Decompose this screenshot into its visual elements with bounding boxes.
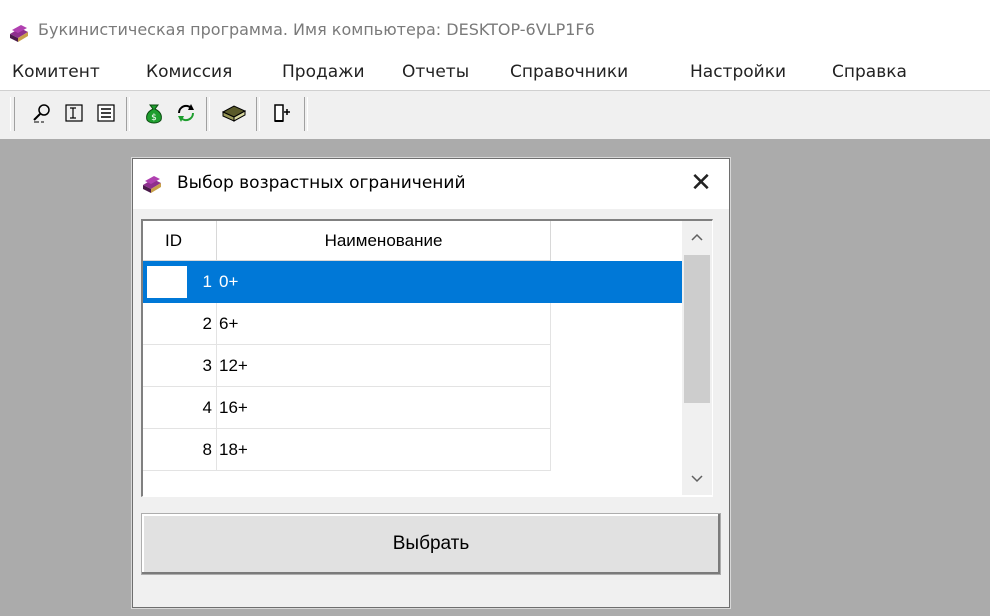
cell-name[interactable]: 18+ (217, 429, 551, 471)
table-row[interactable]: 2 6+ (143, 303, 683, 345)
cell-filler (551, 261, 683, 303)
toolbar-grip[interactable] (10, 97, 15, 131)
select-button[interactable]: Выбрать (141, 513, 721, 575)
book-icon (221, 105, 247, 122)
column-header-id[interactable]: ID (143, 221, 217, 261)
toolbar-search-button[interactable] (28, 99, 56, 127)
chevron-up-icon (691, 233, 703, 241)
toolbar-book-button[interactable] (220, 99, 248, 127)
menu-spravka[interactable]: Справка (832, 62, 907, 82)
toolbar-list-button[interactable] (92, 99, 120, 127)
cell-id[interactable]: 1 (143, 261, 217, 303)
cell-id[interactable]: 8 (143, 429, 217, 471)
cell-id[interactable]: 3 (143, 345, 217, 387)
toolbar-separator (206, 97, 210, 131)
column-header-name[interactable]: Наименование (217, 221, 551, 261)
toolbar: $ (0, 90, 990, 140)
dialog-title-bar[interactable]: Выбор возрастных ограничений ✕ (133, 159, 729, 209)
cell-name[interactable]: 12+ (217, 345, 551, 387)
toolbar-separator (126, 97, 130, 131)
scroll-down-arrow[interactable] (682, 463, 712, 495)
cell-name[interactable]: 6+ (217, 303, 551, 345)
table-row[interactable]: 1 0+ (143, 261, 683, 303)
age-restriction-dialog: Выбор возрастных ограничений ✕ ID Наимен… (132, 158, 730, 608)
toolbar-text-button[interactable] (60, 99, 88, 127)
close-icon[interactable]: ✕ (687, 169, 715, 197)
toolbar-exit-button[interactable] (268, 99, 296, 127)
toolbar-money-button[interactable]: $ (140, 99, 168, 127)
cell-name[interactable]: 0+ (217, 261, 551, 303)
vertical-scrollbar[interactable] (682, 221, 712, 495)
table-row[interactable]: 4 16+ (143, 387, 683, 429)
menu-komitent[interactable]: Комитент (12, 62, 100, 82)
cell-id[interactable]: 4 (143, 387, 217, 429)
document-list-icon (97, 104, 115, 122)
menu-spravochniki[interactable]: Справочники (510, 62, 628, 82)
age-restriction-grid[interactable]: ID Наименование 1 0+ 2 6+ 3 12+ 4 16+ 8 … (141, 219, 713, 497)
app-title-bar: Букинистическая программа. Имя компьютер… (0, 0, 990, 56)
refresh-icon (177, 104, 195, 122)
scrollbar-thumb[interactable] (684, 255, 710, 403)
menu-bar: Комитент Комиссия Продажи Отчеты Справоч… (0, 56, 990, 90)
table-row[interactable]: 8 18+ (143, 429, 683, 471)
table-row[interactable]: 3 12+ (143, 345, 683, 387)
menu-komissiya[interactable]: Комиссия (146, 62, 232, 82)
book-stack-icon (143, 176, 161, 193)
chevron-down-icon (691, 475, 703, 483)
menu-nastroyki[interactable]: Настройки (690, 62, 786, 82)
toolbar-separator (304, 97, 308, 131)
menu-otchety[interactable]: Отчеты (402, 62, 469, 82)
money-bag-icon: $ (146, 104, 162, 124)
scroll-up-arrow[interactable] (682, 221, 712, 253)
exit-door-icon (274, 104, 290, 122)
cell-editor[interactable] (147, 266, 187, 298)
toolbar-separator (256, 97, 260, 131)
cell-name[interactable]: 16+ (217, 387, 551, 429)
svg-text:$: $ (151, 113, 157, 123)
book-stack-icon (10, 25, 28, 42)
toolbar-refresh-button[interactable] (172, 99, 200, 127)
cell-id[interactable]: 2 (143, 303, 217, 345)
search-person-icon (33, 104, 50, 123)
menu-prodazhi[interactable]: Продажи (282, 62, 365, 82)
dialog-title: Выбор возрастных ограничений (177, 173, 466, 193)
app-title: Букинистическая программа. Имя компьютер… (38, 20, 595, 39)
text-cursor-icon (65, 104, 83, 122)
